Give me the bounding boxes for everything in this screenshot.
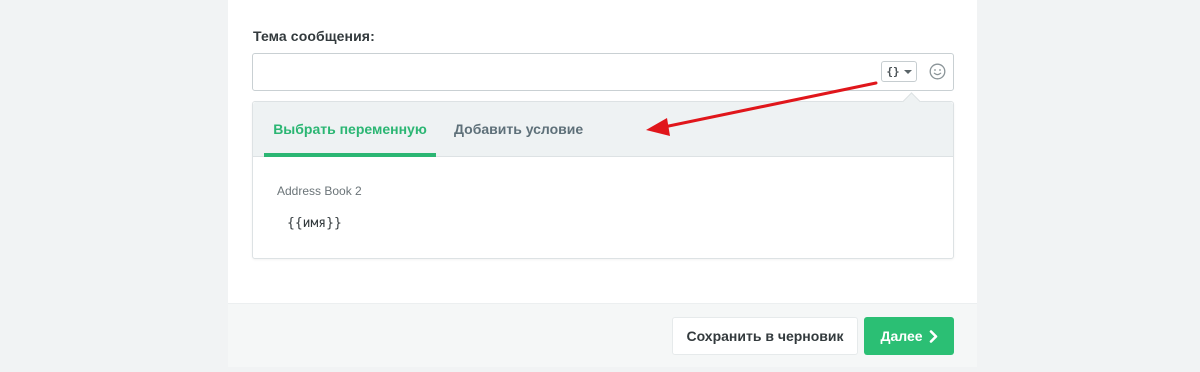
subject-input[interactable] <box>261 60 865 86</box>
insert-variable-button[interactable]: {} <box>881 61 917 82</box>
next-button-label: Далее <box>880 328 923 344</box>
smiley-icon[interactable] <box>929 63 946 80</box>
save-draft-button[interactable]: Сохранить в черновик <box>672 317 858 355</box>
variables-dropdown: Выбрать переменную Добавить условие Addr… <box>252 92 954 259</box>
subject-label: Тема сообщения: <box>253 28 375 44</box>
page: Тема сообщения: {} Выбрать переменную До… <box>0 0 1200 372</box>
variable-item-name[interactable]: {{имя}} <box>287 216 342 231</box>
subject-field: {} <box>252 53 954 91</box>
address-book-label: Address Book 2 <box>277 184 362 198</box>
caret-down-icon <box>903 69 912 74</box>
chevron-right-icon <box>929 329 937 343</box>
dropdown-tabs: Выбрать переменную Добавить условие <box>253 102 953 157</box>
tab-add-condition[interactable]: Добавить условие <box>454 102 583 156</box>
tab-select-variable[interactable]: Выбрать переменную <box>264 102 436 157</box>
next-button[interactable]: Далее <box>864 317 954 355</box>
curly-braces-icon: {} <box>886 65 900 78</box>
